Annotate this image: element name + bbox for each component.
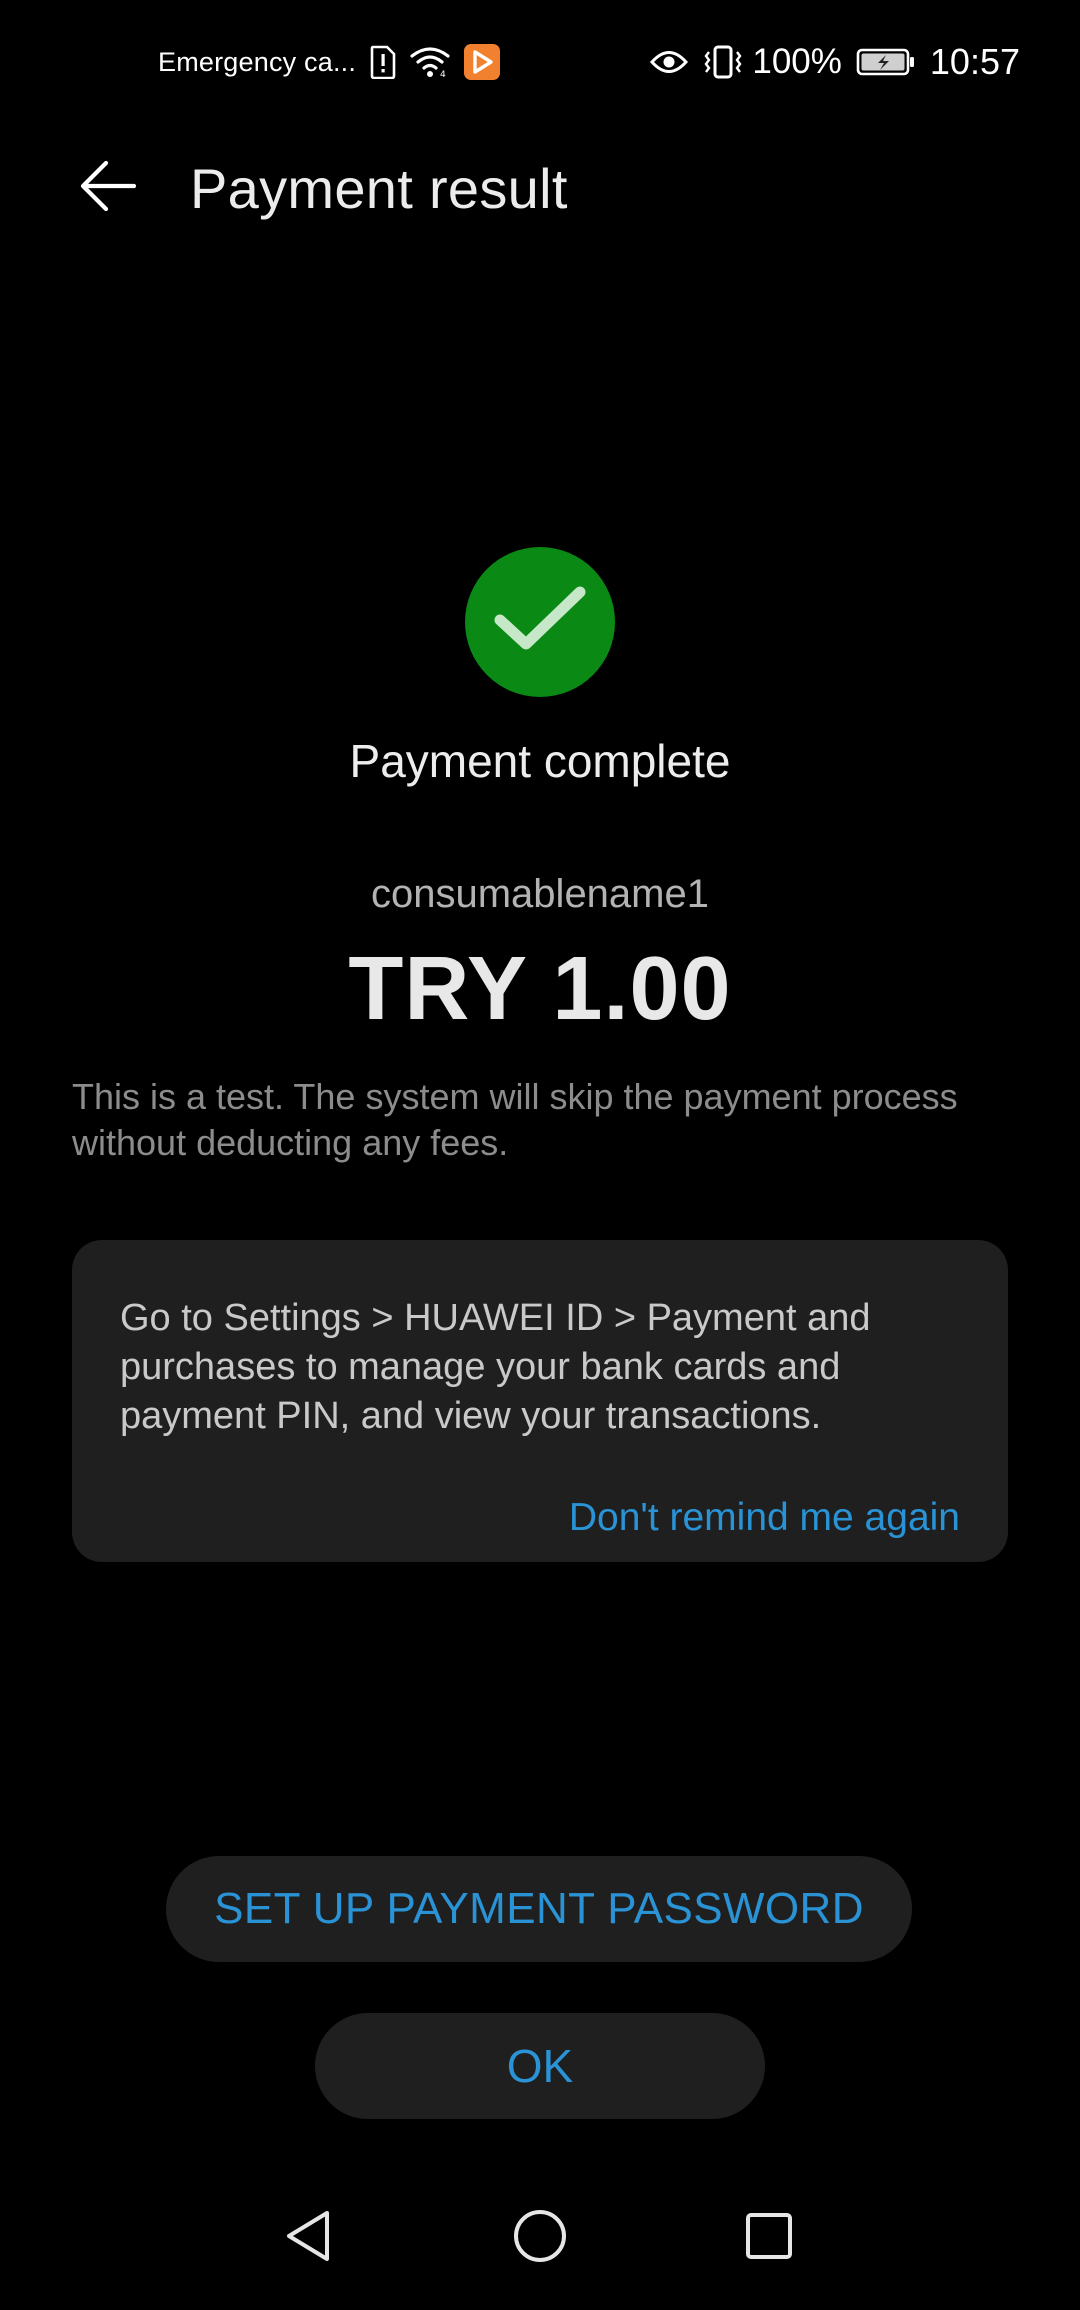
success-indicator [465,547,615,697]
dont-remind-link[interactable]: Don't remind me again [569,1496,960,1540]
test-note: This is a test. The system will skip the… [72,1076,958,1163]
eye-comfort-icon [650,49,689,75]
payment-result-screen: Emergency ca... 4 100% 10:57 Payment res… [0,0,1080,2310]
battery-charging-icon [856,47,916,77]
back-button[interactable] [58,138,158,238]
check-icon [492,584,588,661]
payment-amount: TRY 1.00 [348,939,732,1039]
svg-text:4: 4 [440,70,446,78]
nav-back-button[interactable] [263,2193,353,2283]
nav-recent-button[interactable] [724,2193,814,2283]
status-right: 100% 10:57 [636,41,1020,83]
clock: 10:57 [929,41,1020,82]
wifi-icon: 4 [410,46,450,78]
battery-percent: 100% [752,42,842,81]
nav-recent-icon [744,2211,794,2266]
arrow-left-icon [78,158,138,219]
nav-home-icon [512,2208,568,2269]
payment-status-text: Payment complete [349,735,731,787]
app-bar: Payment result [0,124,1080,252]
page-title: Payment result [190,156,568,220]
product-name: consumablename1 [371,872,709,916]
nav-home-button[interactable] [495,2193,585,2283]
info-card-text: Go to Settings > HUAWEI ID > Payment and… [120,1297,871,1437]
navigation-bar [0,2166,1080,2310]
carrier-label: Emergency ca... [158,46,357,77]
ok-button[interactable]: OK [315,2013,765,2119]
nav-back-icon [283,2209,333,2268]
vibrate-icon [702,45,744,79]
app-notification-icon [464,44,501,80]
info-card: Go to Settings > HUAWEI ID > Payment and… [72,1240,1008,1562]
setup-payment-password-button[interactable]: SET UP PAYMENT PASSWORD [166,1856,912,1962]
sim-alert-icon [370,45,396,79]
status-bar: Emergency ca... 4 100% 10:57 [0,0,1080,124]
status-left: Emergency ca... 4 [158,44,501,80]
